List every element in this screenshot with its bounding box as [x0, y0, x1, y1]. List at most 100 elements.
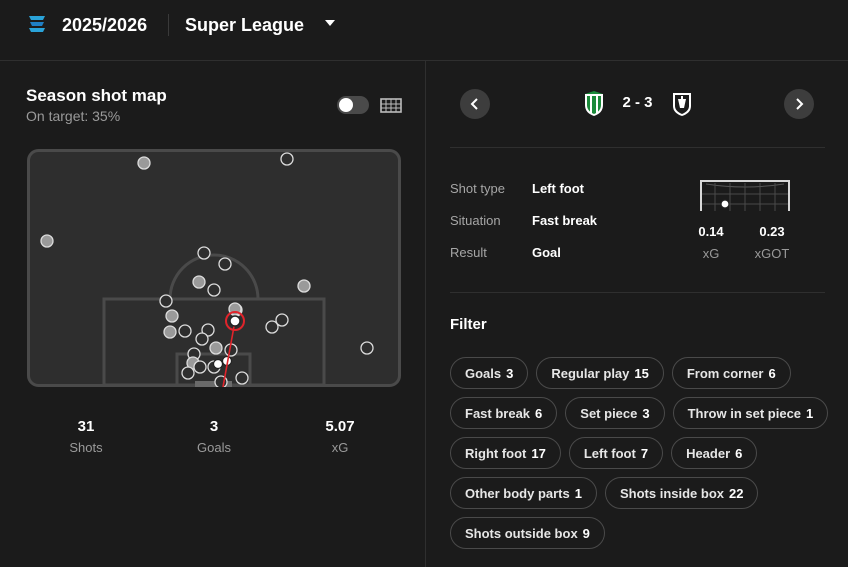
result-label: Result: [450, 245, 487, 260]
shot-dot: [159, 294, 173, 308]
stat-value: 5.07: [325, 418, 355, 435]
chip-count: 6: [768, 365, 776, 381]
filter-title: Filter: [450, 316, 487, 333]
shot-dot: [178, 324, 192, 338]
filter-chip-shots-outside-box[interactable]: Shots outside box 9: [450, 517, 605, 549]
chip-label: Set piece: [580, 405, 638, 421]
filter-chip-throw-in-set-piece[interactable]: Throw in set piece 1: [672, 397, 829, 429]
xg-label: xG: [702, 246, 720, 261]
chip-count: 3: [642, 405, 650, 421]
filter-chip-right-foot[interactable]: Right foot 17: [450, 437, 561, 469]
divider: [450, 147, 825, 148]
divider: [168, 14, 169, 36]
shot-dot: [280, 152, 294, 166]
chip-label: Other body parts: [465, 485, 570, 501]
panel-title: Season shot map: [26, 86, 167, 105]
stat-label: Shots: [69, 440, 103, 455]
divider: [425, 61, 426, 567]
stat-xg: 5.07 xG: [295, 418, 385, 455]
chip-label: Regular play: [551, 365, 630, 381]
chevron-down-icon[interactable]: [325, 20, 335, 26]
chip-label: Shots inside box: [619, 485, 724, 501]
filter-chip-other-body-parts[interactable]: Other body parts 1: [450, 477, 597, 509]
chevron-left-icon: [470, 98, 478, 110]
chip-label: From corner: [686, 365, 764, 381]
shot-dot: [360, 341, 374, 355]
xgot-value: 0.23: [759, 224, 785, 239]
shot-dot: [195, 332, 209, 346]
chip-label: Right foot: [465, 445, 527, 461]
filter-chip-regular-play[interactable]: Regular play 15: [536, 357, 664, 389]
chip-count: 15: [634, 365, 649, 381]
view-toggle[interactable]: [337, 96, 369, 114]
next-match-button[interactable]: [784, 89, 814, 119]
season-label[interactable]: 2025/2026: [62, 15, 147, 36]
stat-label: xG: [331, 440, 349, 455]
shot-dot: [235, 371, 249, 385]
shot-dot: [192, 275, 206, 289]
ball-position-icon: [720, 199, 730, 209]
chip-label: Fast break: [465, 405, 531, 421]
filter-chip-goals[interactable]: Goals 3: [450, 357, 529, 389]
shot-dot: [181, 366, 195, 380]
filter-chip-shots-inside-box[interactable]: Shots inside box 22: [604, 477, 759, 509]
stat-value: 3: [209, 418, 219, 435]
shot-dot: [165, 309, 179, 323]
goal-ball-icon: [212, 358, 224, 370]
chevron-right-icon: [796, 98, 804, 110]
top-bar: 2025/2026 Super League: [0, 0, 848, 50]
divider: [450, 292, 825, 293]
toggle-knob: [339, 98, 353, 112]
filter-chip-set-piece[interactable]: Set piece 3: [565, 397, 665, 429]
stat-label: Goals: [197, 440, 231, 455]
filter-chip-left-foot[interactable]: Left foot 7: [568, 437, 664, 469]
shot-dot: [207, 283, 221, 297]
filter-chip-from-corner[interactable]: From corner 6: [671, 357, 791, 389]
xg-value: 0.14: [698, 224, 724, 239]
shot-type-label: Shot type: [450, 181, 505, 196]
chip-count: 6: [735, 445, 743, 461]
result-value: Goal: [532, 245, 561, 260]
shot-dot: [163, 325, 177, 339]
situation-value: Fast break: [532, 213, 598, 228]
chip-count: 22: [729, 485, 744, 501]
match-score: 2 - 3: [622, 94, 653, 111]
shot-dot: [218, 257, 232, 271]
selected-goal-ball-icon: [229, 315, 241, 327]
stat-value: 31: [77, 418, 95, 435]
filter-chip-header[interactable]: Header 6: [671, 437, 758, 469]
chip-label: Goals: [465, 365, 502, 381]
shot-dot: [193, 360, 207, 374]
stat-shots: 31 Shots: [41, 418, 131, 455]
chip-count: 3: [506, 365, 514, 381]
shot-type-value: Left foot: [532, 181, 584, 196]
shot-dot: [40, 234, 54, 248]
chip-count: 9: [582, 525, 590, 541]
chip-count: 1: [574, 485, 582, 501]
stat-goals: 3 Goals: [169, 418, 259, 455]
filter-chip-fast-break[interactable]: Fast break 6: [450, 397, 558, 429]
home-team-crest-icon: [585, 91, 603, 116]
league-name[interactable]: Super League: [185, 15, 304, 36]
chip-label: Throw in set piece: [687, 405, 802, 421]
shot-dot: [197, 246, 211, 260]
chip-label: Left foot: [583, 445, 636, 461]
chip-count: 6: [535, 405, 543, 421]
chip-label: Header: [686, 445, 731, 461]
filter-chips: Goals 3 Regular play 15 From corner 6 Fast …: [450, 357, 840, 549]
chip-count: 7: [640, 445, 649, 461]
on-target-text: On target: 35%: [26, 108, 121, 124]
shot-dot: [297, 279, 311, 293]
shot-dot: [209, 341, 223, 355]
previous-match-button[interactable]: [460, 89, 490, 119]
shot-dot: [137, 156, 151, 170]
shot-map-pitch: [27, 149, 401, 387]
chip-label: Shots outside box: [465, 525, 578, 541]
league-logo-icon: [29, 16, 45, 32]
goal-net-icon[interactable]: [380, 97, 402, 113]
away-team-crest-icon: [673, 93, 691, 116]
chip-count: 17: [531, 445, 546, 461]
divider: [0, 60, 848, 61]
shot-dot: [275, 313, 289, 327]
situation-label: Situation: [450, 213, 501, 228]
